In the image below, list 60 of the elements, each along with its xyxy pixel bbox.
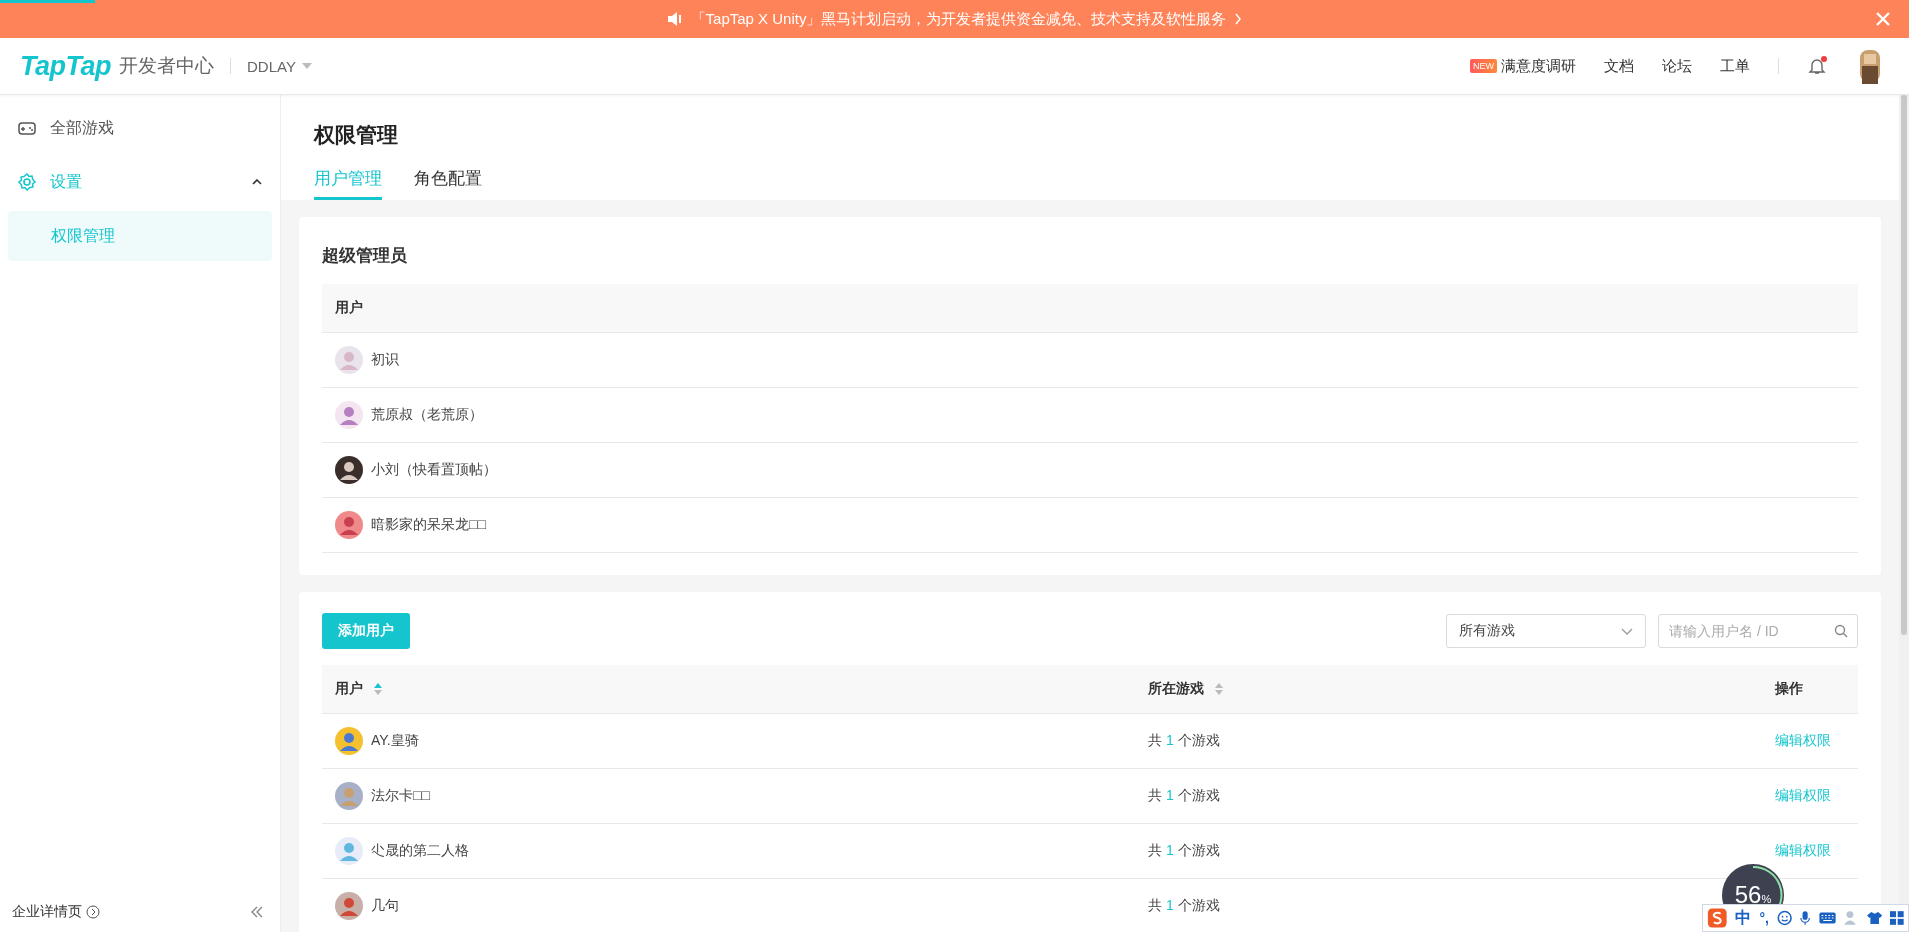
user-name: 暗影家的呆呆龙□□ xyxy=(371,516,486,534)
avatar xyxy=(335,456,363,484)
chevron-up-icon xyxy=(252,179,262,185)
punctuation-toggle[interactable]: °, xyxy=(1759,910,1769,926)
microphone-icon[interactable] xyxy=(1800,909,1811,927)
section-title: 超级管理员 xyxy=(322,245,408,267)
gear-icon xyxy=(18,173,36,191)
smiley-icon[interactable] xyxy=(1776,909,1793,927)
user-name: 几句 xyxy=(371,897,399,915)
user-name: AY.皇骑 xyxy=(371,732,419,750)
avatar xyxy=(335,346,363,374)
input-mode-toggle[interactable]: 中 xyxy=(1735,907,1752,929)
column-header: 操作 xyxy=(1775,680,1803,698)
ime-logo-icon[interactable] xyxy=(1707,906,1728,930)
nav-link[interactable]: 论坛 xyxy=(1662,56,1692,76)
nav-link[interactable]: 文档 xyxy=(1604,56,1634,76)
search-field[interactable]: 请输入用户名 / ID xyxy=(1658,614,1858,648)
chevron-right-icon xyxy=(1234,13,1243,25)
search-icon xyxy=(1834,624,1848,638)
user-name: 尐晟的第二人格 xyxy=(371,842,469,860)
company-details-link[interactable]: 企业详情页 xyxy=(12,903,82,921)
arrow-right-circle-icon xyxy=(86,905,100,919)
column-header[interactable]: 用户 xyxy=(335,680,363,698)
avatar xyxy=(335,727,363,755)
user-name: 法尔卡□□ xyxy=(371,787,430,805)
speaker-icon xyxy=(666,11,683,27)
site-subtitle: 开发者中心 xyxy=(119,54,214,78)
account-dropdown[interactable]: DDLAY xyxy=(247,57,312,75)
page-title: 权限管理 xyxy=(314,122,399,148)
bell-icon xyxy=(1807,56,1827,76)
avatar xyxy=(335,401,363,429)
game-filter-dropdown[interactable]: 所有游戏 xyxy=(1446,614,1646,648)
sort-icon[interactable] xyxy=(373,682,383,696)
game-count: 共 1 个游戏 xyxy=(1148,842,1220,858)
game-count: 共 1 个游戏 xyxy=(1148,787,1220,803)
avatar xyxy=(335,782,363,810)
column-header[interactable]: 所在游戏 xyxy=(1148,680,1204,698)
tab[interactable]: 角色配置 xyxy=(414,167,482,200)
user-name: 初识 xyxy=(371,351,399,369)
new-badge: NEW xyxy=(1470,59,1497,73)
avatar xyxy=(335,837,363,865)
user-name: 小刘（快看置顶帖） xyxy=(371,461,497,479)
nav-link[interactable]: 满意度调研 xyxy=(1501,56,1576,76)
game-count: 共 1 个游戏 xyxy=(1148,732,1220,748)
scrollbar-thumb[interactable] xyxy=(1901,95,1907,635)
avatar xyxy=(335,892,363,920)
collapse-icon[interactable] xyxy=(250,906,264,918)
keyboard-icon[interactable] xyxy=(1818,911,1836,925)
game-count: 共 1 个游戏 xyxy=(1148,897,1220,913)
nav-link[interactable]: 工单 xyxy=(1720,56,1750,76)
column-header: 用户 xyxy=(335,299,363,317)
chevron-down-icon xyxy=(1621,627,1633,635)
sort-icon[interactable] xyxy=(1214,682,1224,696)
gamepad-icon xyxy=(18,120,36,136)
grid-icon[interactable] xyxy=(1890,910,1904,926)
user-name: 荒原叔（老荒原） xyxy=(371,406,483,424)
sidebar-item[interactable]: 全部游戏 xyxy=(8,103,272,153)
avatar xyxy=(335,511,363,539)
shirt-icon[interactable] xyxy=(1867,910,1883,926)
caret-down-icon xyxy=(301,63,312,69)
